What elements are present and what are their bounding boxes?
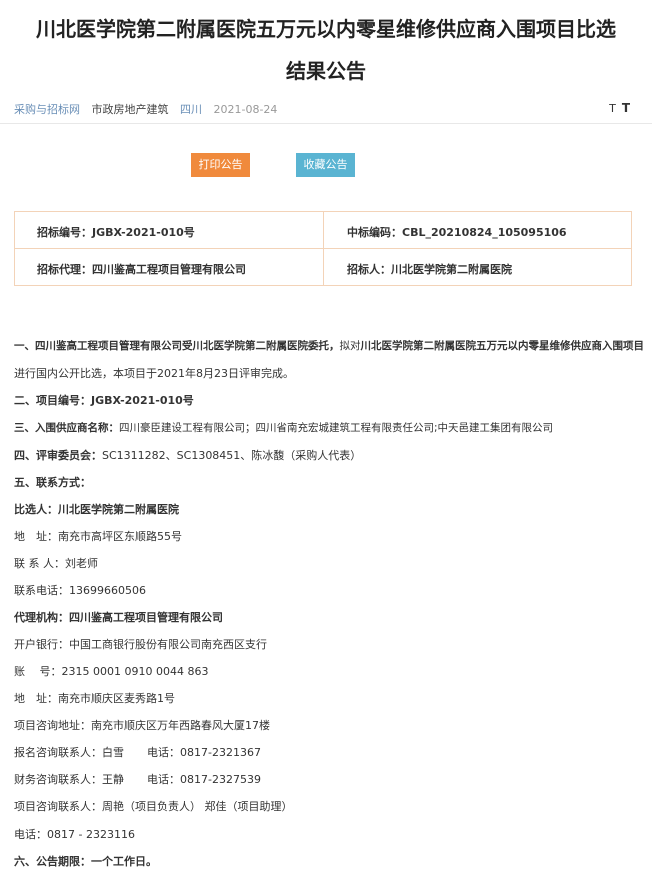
- selector-address: 地 址：南充市高坪区东顺路55号: [14, 530, 182, 543]
- page-title: 川北医学院第二附属医院五万元以内零星维修供应商入围项目比选 结果公告: [0, 8, 652, 92]
- agency: 代理机构：四川鉴高工程项目管理有限公司: [14, 611, 223, 624]
- review-committee: 四、评审委员会：SC1311282、SC1308451、陈冰馥（采购人代表）: [14, 449, 362, 462]
- project-number: 二、项目编号：JGBX-2021-010号: [14, 394, 194, 407]
- finance-contact: 财务咨询联系人：王静: [14, 773, 124, 786]
- region-label[interactable]: 四川: [180, 103, 202, 116]
- registration-phone: 电话：0817-2321367: [147, 746, 261, 759]
- publish-date: 2021-08-24: [213, 103, 278, 116]
- shortlisted-suppliers: 三、入围供应商名称：四川豪臣建设工程有限公司；四川省南充宏城建筑工程有限责任公司…: [14, 422, 554, 434]
- category-label: 市政房地产建筑: [91, 103, 169, 116]
- font-size-switcher: TT: [609, 101, 630, 115]
- title-line-2: 结果公告: [286, 59, 366, 83]
- meta-bar: 采购与招标网 市政房地产建筑 四川 2021-08-24: [14, 101, 285, 117]
- project-phone: 电话：0817 - 2323116: [14, 828, 135, 841]
- selector: 比选人：川北医学院第二附属医院: [14, 503, 179, 516]
- font-large-button[interactable]: T: [622, 101, 630, 115]
- table-divider: [15, 248, 631, 249]
- contact-heading: 五、联系方式：: [14, 476, 91, 489]
- announcement-page: 川北医学院第二附属医院五万元以内零星维修供应商入围项目比选 结果公告 采购与招标…: [0, 0, 652, 879]
- divider: [0, 123, 652, 124]
- win-code: 中标编码：CBL_20210824_105095106: [347, 226, 567, 239]
- font-small-button[interactable]: T: [609, 102, 616, 115]
- print-button[interactable]: 打印公告: [191, 153, 250, 177]
- source-link[interactable]: 采购与招标网: [14, 103, 80, 116]
- bank: 开户银行：中国工商银行股份有限公司南充西区支行: [14, 638, 267, 651]
- agency-address: 地 址：南充市顺庆区麦秀路1号: [14, 692, 175, 705]
- paragraph-intro-cont: 进行国内公开比选，本项目于2021年8月23日评审完成。: [14, 367, 294, 380]
- paragraph-intro: 一、四川鉴高工程项目管理有限公司受川北医学院第二附属医院委托，拟对川北医学院第二…: [14, 340, 644, 352]
- tender-agent: 招标代理：四川鉴高工程项目管理有限公司: [37, 263, 246, 276]
- finance-phone: 电话：0817-2327539: [147, 773, 261, 786]
- account: 账 号：2315 0001 0910 0044 863: [14, 665, 209, 678]
- notice-period: 六、公告期限：一个工作日。: [14, 855, 157, 868]
- selector-phone: 联系电话：13699660506: [14, 584, 146, 597]
- info-table: 招标编号：JGBX-2021-010号 中标编码：CBL_20210824_10…: [14, 211, 632, 286]
- favorite-button[interactable]: 收藏公告: [296, 153, 355, 177]
- tenderer: 招标人：川北医学院第二附属医院: [347, 263, 512, 276]
- selector-contact: 联 系 人：刘老师: [14, 557, 98, 570]
- bid-number: 招标编号：JGBX-2021-010号: [37, 226, 195, 239]
- project-contact: 项目咨询联系人：周艳（项目负责人） 郑佳（项目助理）: [14, 800, 293, 813]
- consult-address: 项目咨询地址：南充市顺庆区万年西路春风大厦17楼: [14, 719, 270, 732]
- registration-contact: 报名咨询联系人：白雪: [14, 746, 124, 759]
- title-line-1: 川北医学院第二附属医院五万元以内零星维修供应商入围项目比选: [36, 17, 616, 41]
